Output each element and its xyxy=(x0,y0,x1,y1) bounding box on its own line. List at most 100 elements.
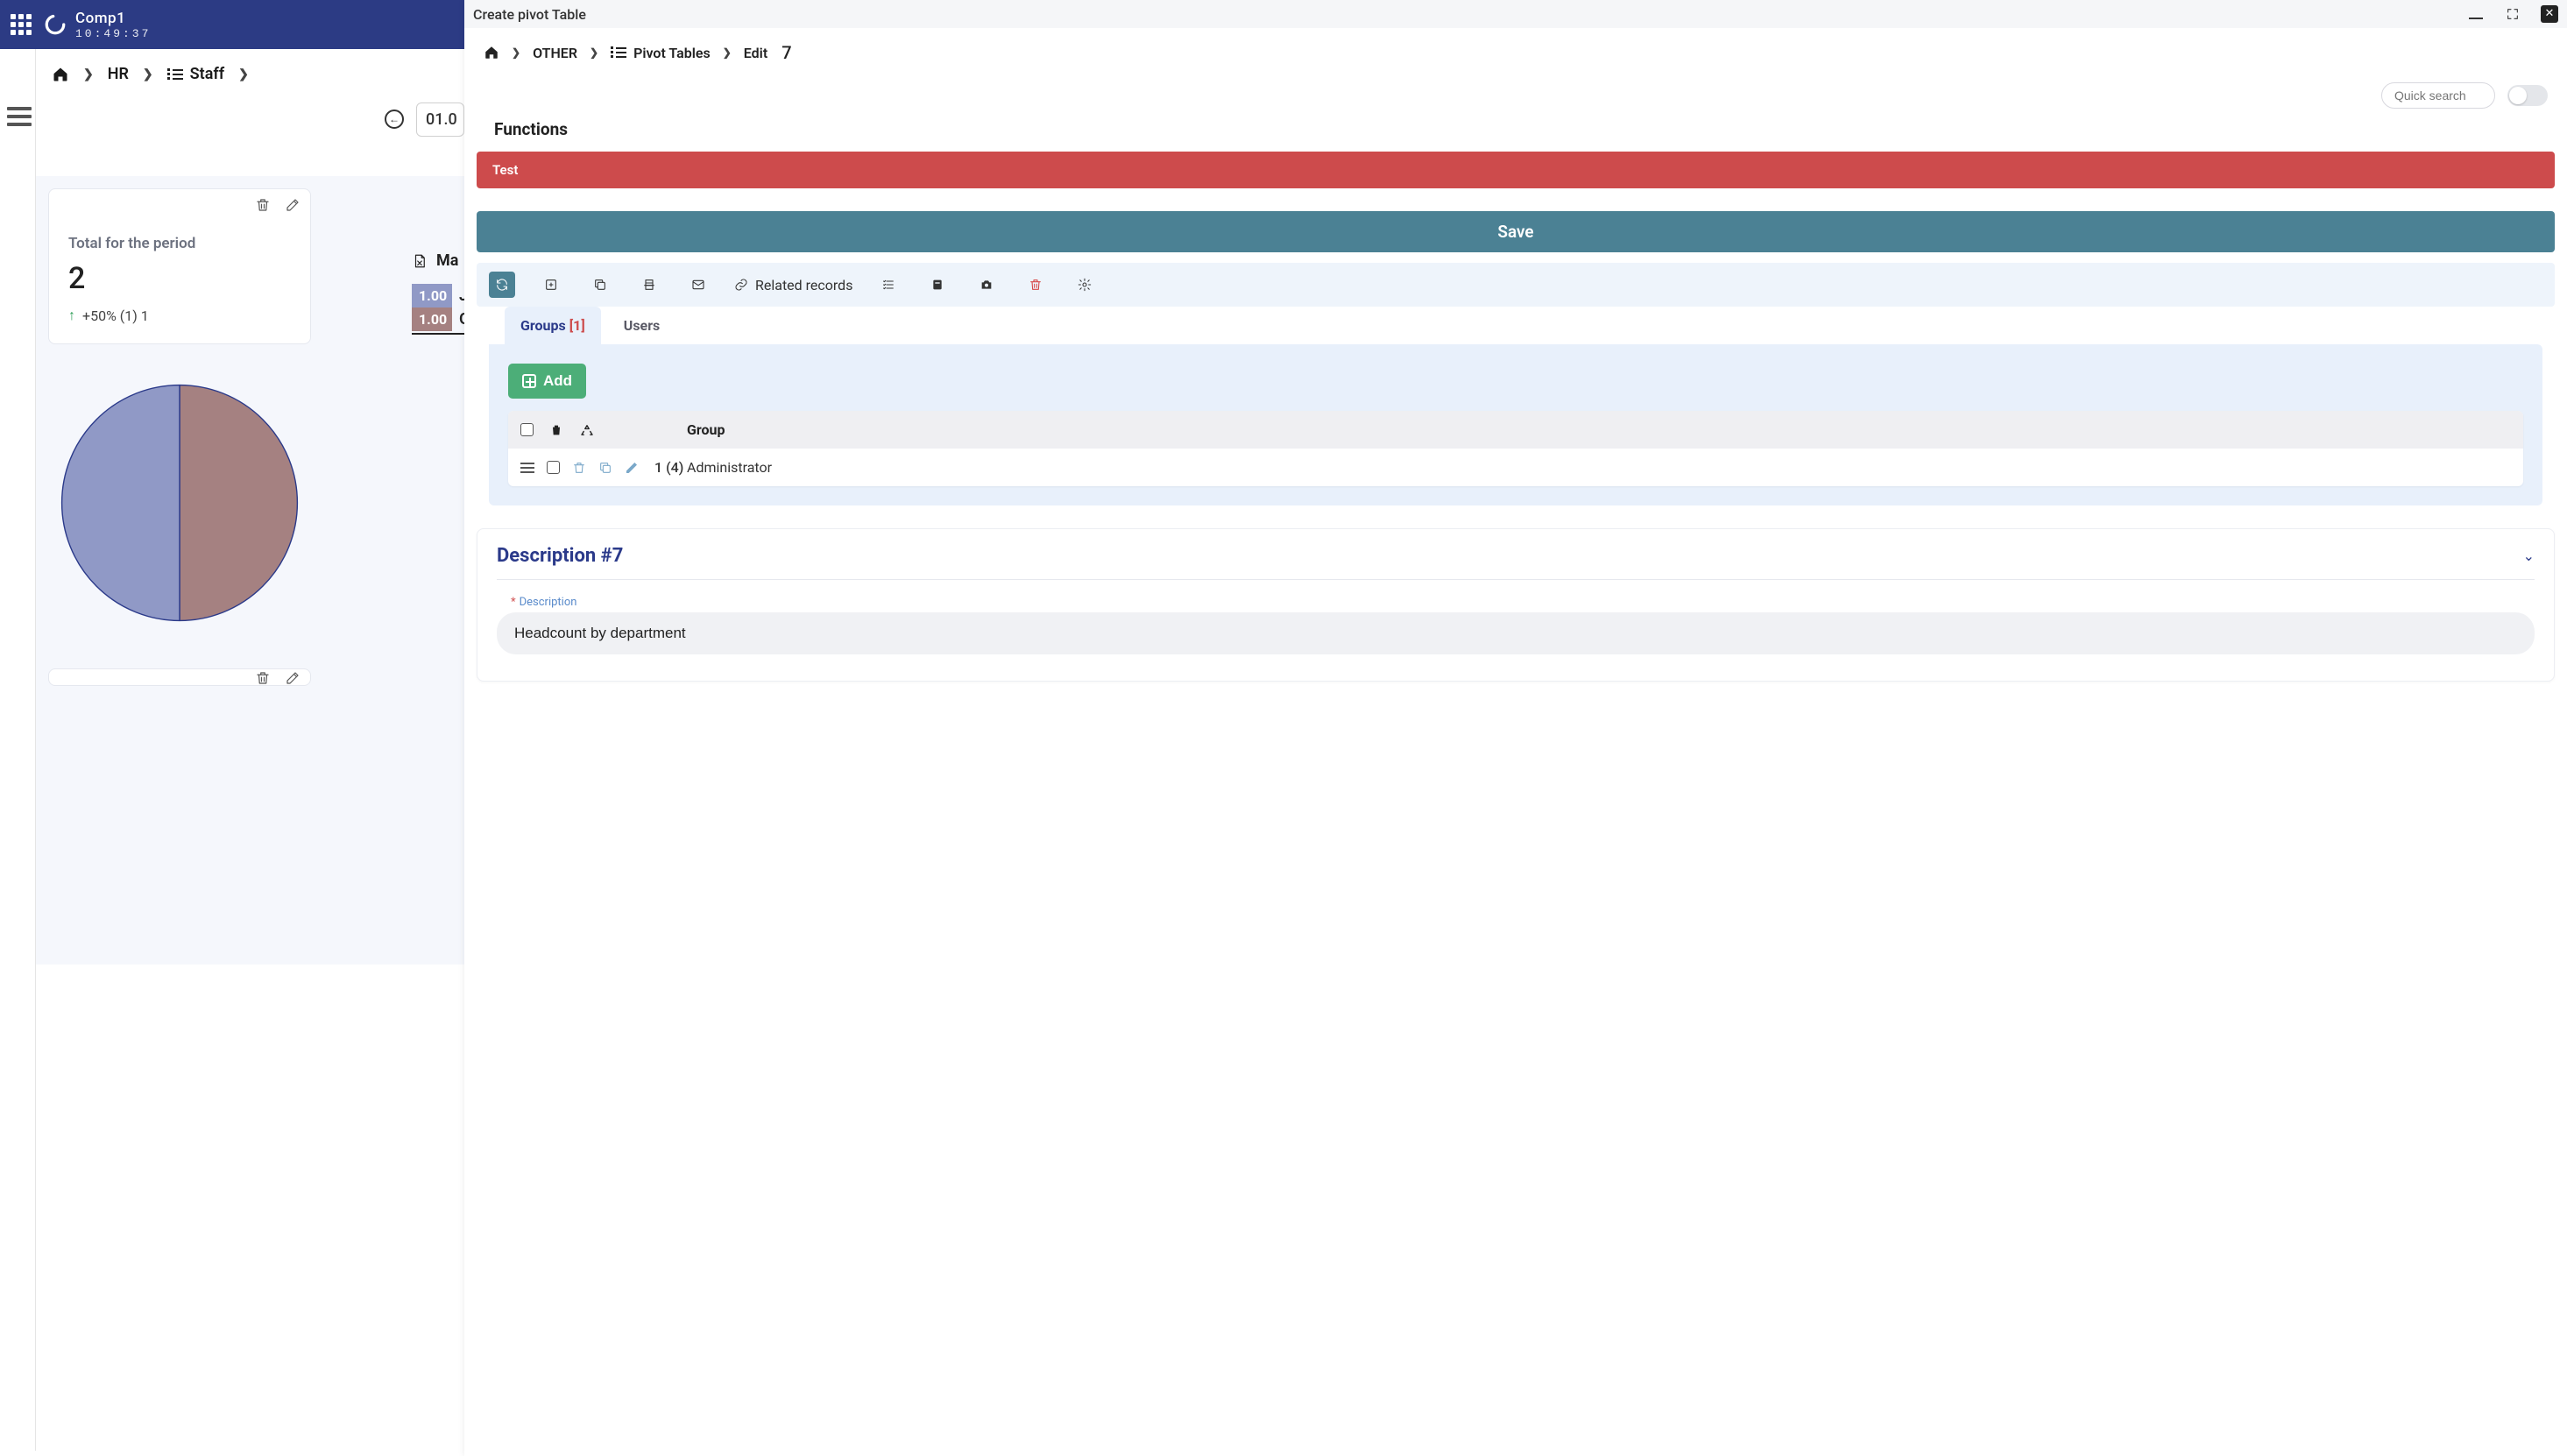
groups-grid: Group 1 (4) Administrator xyxy=(508,411,2523,486)
recycle-icon[interactable] xyxy=(579,422,595,438)
dashboard-area: Total for the period 2 ↑ +50% (1) 1 xyxy=(36,176,464,965)
functions-heading: Functions xyxy=(464,114,2567,152)
panel-title: Create pivot Table xyxy=(473,6,586,23)
collapse-button[interactable]: ⌄ xyxy=(2523,548,2535,564)
delete-button[interactable] xyxy=(1022,272,1049,298)
breadcrumb-pivot-tables[interactable]: Pivot Tables xyxy=(611,45,711,61)
list-icon xyxy=(167,68,183,81)
delete-card-button[interactable] xyxy=(254,669,272,687)
drag-handle-icon[interactable] xyxy=(520,463,534,473)
home-icon[interactable] xyxy=(484,45,499,60)
delete-card-button[interactable] xyxy=(254,196,272,214)
checklist-button[interactable] xyxy=(875,272,902,298)
view-toggle[interactable] xyxy=(2507,85,2548,106)
record-toolbar: Related records xyxy=(477,263,2555,307)
date-prev-button[interactable]: ← xyxy=(385,110,404,129)
chevron-right-icon: ❯ xyxy=(723,46,732,59)
quick-search-input[interactable] xyxy=(2381,82,2495,109)
arrow-up-icon: ↑ xyxy=(68,307,75,324)
chevron-right-icon: ❯ xyxy=(512,46,520,59)
pie-chart-card xyxy=(48,357,311,656)
breadcrumb-staff[interactable]: Staff xyxy=(167,65,225,83)
apps-grid-icon[interactable] xyxy=(11,14,32,35)
value-chip: 1.00 xyxy=(412,307,452,331)
side-data-strip: Ma 1.00 J 1.00 G xyxy=(412,246,464,335)
plus-square-icon xyxy=(522,374,536,388)
home-icon[interactable] xyxy=(52,66,69,83)
breadcrumb: ❯ HR ❯ Staff ❯ xyxy=(36,65,464,99)
camera-button[interactable] xyxy=(973,272,1000,298)
tab-groups-count: [1] xyxy=(569,317,585,334)
chevron-right-icon: ❯ xyxy=(83,67,94,81)
description-card: Description #7 ⌄ *Description xyxy=(477,528,2555,682)
stat-title: Total for the period xyxy=(68,235,291,252)
app-header: Comp1 10:49:37 xyxy=(0,0,464,49)
table-row: 1 (4) Administrator xyxy=(508,449,2523,486)
logo[interactable]: Comp1 10:49:37 xyxy=(44,10,151,40)
breadcrumb: ❯ OTHER ❯ Pivot Tables ❯ Edit 7 xyxy=(464,28,2567,77)
save-button-label: Save xyxy=(1497,222,1533,242)
add-button[interactable]: Add xyxy=(508,364,586,399)
link-icon xyxy=(734,278,748,292)
file-x-icon[interactable] xyxy=(412,253,428,269)
chevron-right-icon: ❯ xyxy=(238,67,249,81)
trash-icon[interactable] xyxy=(549,423,563,437)
grid-header: Group xyxy=(508,411,2523,449)
settings-button[interactable] xyxy=(1071,272,1098,298)
row-delete-icon[interactable] xyxy=(572,461,586,475)
breadcrumb-edit[interactable]: Edit xyxy=(744,45,767,61)
tab-groups-label: Groups xyxy=(520,317,566,334)
background-app: Comp1 10:49:37 ❯ HR ❯ Staff ❯ ← 01.0 xyxy=(0,0,464,1456)
logo-swirl-icon xyxy=(44,13,67,36)
tab-groups-body: Add Group xyxy=(489,344,2542,505)
company-name: Comp1 xyxy=(75,10,151,27)
breadcrumb-other[interactable]: OTHER xyxy=(533,45,577,61)
select-all-checkbox[interactable] xyxy=(520,423,534,436)
row-copy-icon[interactable] xyxy=(598,461,612,475)
value-chip: 1.00 xyxy=(412,284,452,307)
archive-button[interactable] xyxy=(924,272,951,298)
alert-banner[interactable]: Test xyxy=(477,152,2555,188)
new-button[interactable] xyxy=(538,272,564,298)
alert-text: Test xyxy=(492,162,518,178)
email-button[interactable] xyxy=(685,272,711,298)
description-title: Description #7 xyxy=(497,545,623,567)
panel-titlebar: Create pivot Table ✕ xyxy=(464,0,2567,28)
chevron-right-icon: ❯ xyxy=(590,46,598,59)
breadcrumb-hr[interactable]: HR xyxy=(108,65,129,83)
tabs: Groups [1] Users xyxy=(489,307,2542,344)
tab-users[interactable]: Users xyxy=(608,307,675,344)
save-button[interactable]: Save xyxy=(477,211,2555,252)
column-group[interactable]: Group xyxy=(687,421,725,438)
tab-users-label: Users xyxy=(624,317,660,334)
chevron-right-icon: ❯ xyxy=(143,67,153,81)
tab-groups[interactable]: Groups [1] xyxy=(505,307,601,344)
print-button[interactable] xyxy=(636,272,662,298)
stat-card: Total for the period 2 ↑ +50% (1) 1 xyxy=(48,188,311,344)
add-button-label: Add xyxy=(543,372,572,390)
card-peek xyxy=(48,668,311,686)
breadcrumb-pivot-label: Pivot Tables xyxy=(633,45,711,61)
edit-card-button[interactable] xyxy=(284,669,301,687)
close-button[interactable]: ✕ xyxy=(2541,5,2558,23)
fullscreen-button[interactable] xyxy=(2504,5,2521,23)
related-records-label: Related records xyxy=(755,277,852,293)
minimize-button[interactable] xyxy=(2467,5,2485,23)
breadcrumb-staff-label: Staff xyxy=(190,65,225,83)
related-records-button[interactable]: Related records xyxy=(734,277,852,293)
copy-button[interactable] xyxy=(587,272,613,298)
row-checkbox[interactable] xyxy=(547,461,560,474)
row-edit-icon[interactable] xyxy=(625,461,639,475)
edit-card-button[interactable] xyxy=(284,196,301,214)
stat-value: 2 xyxy=(68,261,291,296)
side-header: Ma xyxy=(436,251,458,270)
pie-chart xyxy=(57,376,302,630)
menu-hamburger-icon[interactable] xyxy=(7,107,32,126)
row-group-name[interactable]: Administrator xyxy=(687,459,772,476)
row-id: 1 (4) xyxy=(654,459,683,476)
list-icon xyxy=(611,46,626,59)
stat-delta-text: +50% (1) 1 xyxy=(82,307,149,324)
description-input[interactable] xyxy=(497,612,2535,654)
refresh-button[interactable] xyxy=(489,272,515,298)
date-input[interactable]: 01.0 xyxy=(416,102,464,137)
